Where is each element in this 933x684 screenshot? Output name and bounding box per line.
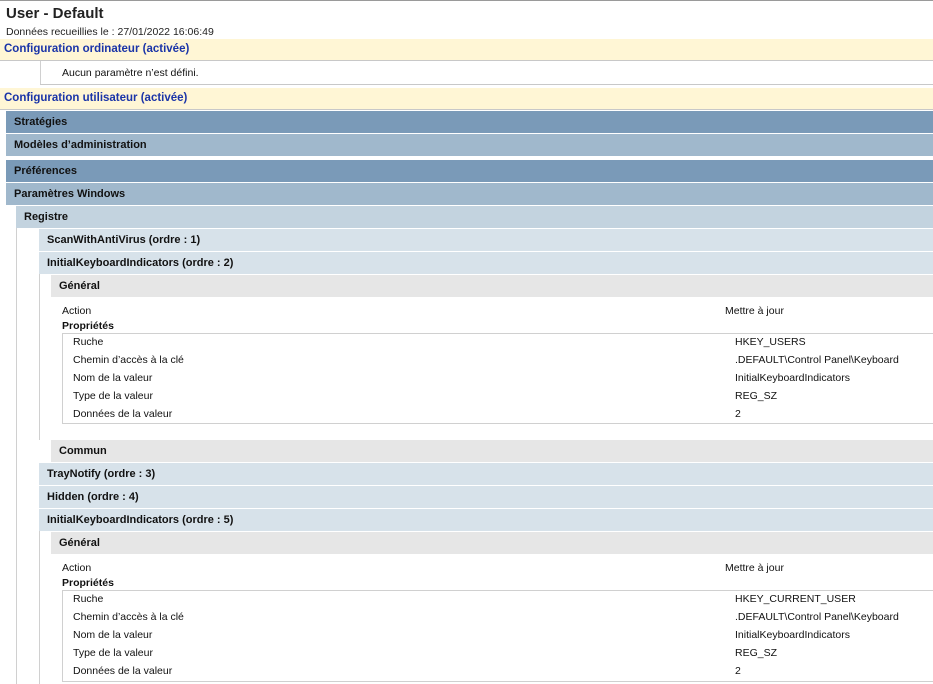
hive-value: HKEY_USERS (735, 336, 806, 348)
registry-item-initialkeyboardindicators-2[interactable]: InitialKeyboardIndicators (ordre : 2) (39, 252, 933, 274)
action-value: Mettre à jour (725, 562, 784, 574)
hive-value: HKEY_CURRENT_USER (735, 593, 856, 605)
value-type-label: Type de la valeur (73, 647, 153, 659)
key-path-value: .DEFAULT\Control Panel\Keyboard (735, 611, 899, 623)
top-border (0, 0, 933, 1)
value-type-label: Type de la valeur (73, 390, 153, 402)
indent-line (39, 531, 40, 684)
common-header[interactable]: Commun (51, 440, 933, 462)
action-label: Action (62, 562, 92, 574)
value-data-value: 2 (735, 665, 741, 677)
divider (40, 84, 933, 85)
hive-label: Ruche (73, 593, 104, 605)
windows-settings-header[interactable]: Paramètres Windows (6, 183, 933, 205)
properties-label: Propriétés (62, 577, 114, 589)
divider (0, 60, 933, 61)
action-label: Action (62, 305, 92, 317)
key-path-value: .DEFAULT\Control Panel\Keyboard (735, 354, 899, 366)
properties-label: Propriétés (62, 320, 114, 332)
indent-line (40, 61, 41, 84)
preferences-header[interactable]: Préférences (6, 160, 933, 182)
value-name-value: InitialKeyboardIndicators (735, 629, 850, 641)
general-header[interactable]: Général (51, 275, 933, 297)
strategies-header[interactable]: Stratégies (6, 111, 933, 133)
registry-header[interactable]: Registre (16, 206, 933, 228)
key-path-label: Chemin d’accès à la clé (73, 354, 184, 366)
value-name-label: Nom de la valeur (73, 629, 153, 641)
value-data-label: Données de la valeur (73, 665, 173, 677)
hive-label: Ruche (73, 336, 104, 348)
registry-item-hidden[interactable]: Hidden (ordre : 4) (39, 486, 933, 508)
value-name-label: Nom de la valeur (73, 372, 153, 384)
value-type-value: REG_SZ (735, 390, 778, 402)
indent-line (16, 228, 17, 684)
value-data-label: Données de la valeur (73, 408, 173, 420)
value-type-value: REG_SZ (735, 647, 778, 659)
user-config-header[interactable]: Configuration utilisateur (activée) (0, 88, 933, 109)
collected-date: Données recueillies le : 27/01/2022 16:0… (6, 26, 214, 38)
value-data-value: 2 (735, 408, 741, 420)
action-value: Mettre à jour (725, 305, 784, 317)
page-title: User - Default (6, 5, 104, 22)
key-path-label: Chemin d’accès à la clé (73, 611, 184, 623)
indent-line (39, 274, 40, 440)
admin-templates-header[interactable]: Modèles d’administration (6, 134, 933, 156)
computer-config-header[interactable]: Configuration ordinateur (activée) (0, 39, 933, 60)
divider (0, 109, 933, 110)
value-name-value: InitialKeyboardIndicators (735, 372, 850, 384)
registry-item-traynotify[interactable]: TrayNotify (ordre : 3) (39, 463, 933, 485)
no-settings-text: Aucun paramètre n’est défini. (62, 67, 199, 79)
registry-item-scanwithantivirus[interactable]: ScanWithAntiVirus (ordre : 1) (39, 229, 933, 251)
registry-item-initialkeyboardindicators-5[interactable]: InitialKeyboardIndicators (ordre : 5) (39, 509, 933, 531)
general-header[interactable]: Général (51, 532, 933, 554)
